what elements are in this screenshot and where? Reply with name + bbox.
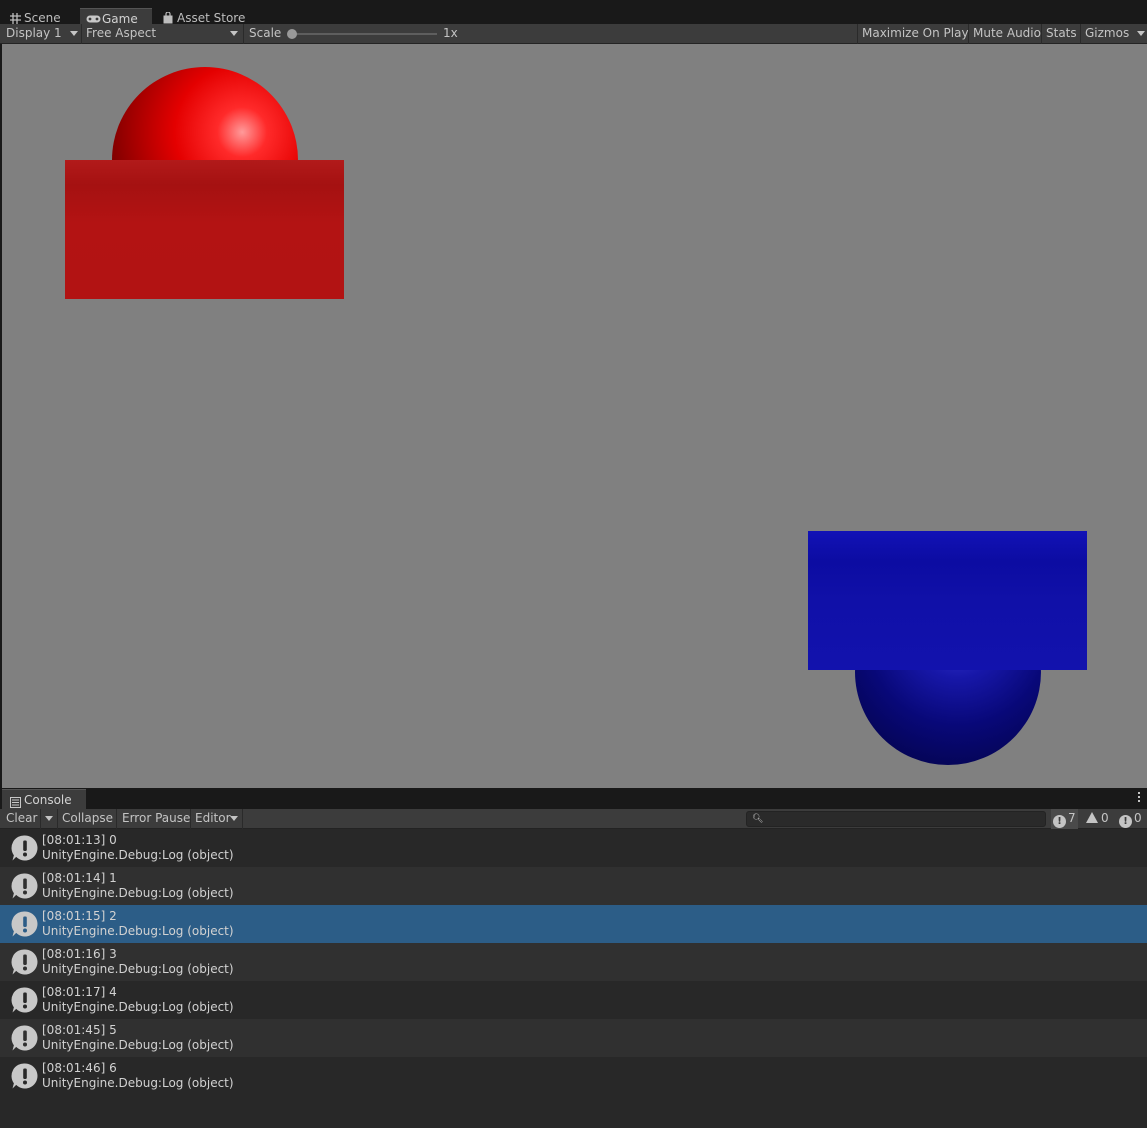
log-message: [08:01:45] 5	[42, 1023, 117, 1037]
collapse-toggle[interactable]: Collapse	[62, 809, 113, 829]
log-source: UnityEngine.Debug:Log (object)	[42, 1076, 234, 1090]
warning-icon	[1086, 812, 1098, 823]
info-message-icon	[11, 835, 38, 861]
scale-slider-track[interactable]	[291, 33, 437, 35]
warning-count-toggle[interactable]: 0	[1086, 809, 1109, 829]
editor-dropdown[interactable]: Editor	[195, 809, 231, 829]
chevron-down-icon	[70, 31, 78, 36]
log-source: UnityEngine.Debug:Log (object)	[42, 848, 234, 862]
tab-label: Asset Store	[177, 11, 246, 25]
aspect-dropdown[interactable]: Free Aspect	[86, 24, 156, 44]
info-message-icon	[11, 1063, 38, 1089]
scale-slider-thumb[interactable]	[287, 29, 297, 39]
tab-label: Console	[24, 793, 72, 807]
console-icon	[10, 794, 21, 808]
error-pause-toggle[interactable]: Error Pause	[122, 809, 190, 829]
gizmos-toggle[interactable]: Gizmos	[1080, 24, 1133, 44]
error-count-toggle[interactable]: ! 0	[1119, 809, 1142, 829]
log-message: [08:01:16] 3	[42, 947, 117, 961]
log-entry[interactable]: [08:01:14] 1 UnityEngine.Debug:Log (obje…	[0, 867, 1147, 905]
log-source: UnityEngine.Debug:Log (object)	[42, 1000, 234, 1014]
info-icon: !	[1053, 815, 1066, 828]
display-dropdown[interactable]: Display 1	[6, 24, 62, 44]
more-options-icon[interactable]	[1138, 792, 1141, 804]
console-log-list: [08:01:13] 0 UnityEngine.Debug:Log (obje…	[0, 829, 1147, 1128]
log-message: [08:01:15] 2	[42, 909, 117, 923]
console-tab-bar: Console	[0, 788, 1147, 809]
info-message-icon	[11, 987, 38, 1013]
info-message-icon	[11, 873, 38, 899]
chevron-down-icon[interactable]	[1137, 31, 1145, 36]
chevron-down-icon	[230, 816, 238, 821]
log-count-toggle[interactable]: ! 7	[1051, 809, 1078, 829]
log-entry[interactable]: [08:01:45] 5 UnityEngine.Debug:Log (obje…	[0, 1019, 1147, 1057]
search-icon: 🔍︎	[752, 814, 764, 824]
info-message-icon	[11, 1025, 38, 1051]
log-entry[interactable]: [08:01:16] 3 UnityEngine.Debug:Log (obje…	[0, 943, 1147, 981]
log-entry[interactable]: [08:01:17] 4 UnityEngine.Debug:Log (obje…	[0, 981, 1147, 1019]
log-message: [08:01:14] 1	[42, 871, 117, 885]
grid-icon	[9, 12, 21, 24]
red-cube	[65, 160, 344, 299]
console-search-input[interactable]: 🔍︎	[746, 811, 1046, 827]
log-source: UnityEngine.Debug:Log (object)	[42, 924, 234, 938]
game-view-viewport[interactable]	[2, 44, 1147, 788]
maximize-on-play-toggle[interactable]: Maximize On Play	[857, 24, 973, 44]
game-view-toolbar: Display 1 Free Aspect Scale 1x Maximize …	[0, 24, 1147, 44]
shopping-bag-icon	[162, 12, 174, 24]
info-message-icon	[11, 911, 38, 937]
tab-label: Scene	[24, 11, 61, 25]
info-message-icon	[11, 949, 38, 975]
log-entry[interactable]: [08:01:46] 6 UnityEngine.Debug:Log (obje…	[0, 1057, 1147, 1095]
console-toolbar: Clear Collapse Error Pause Editor 🔍︎ ! 7 …	[0, 809, 1147, 829]
tab-console[interactable]: Console	[2, 789, 86, 809]
log-entry[interactable]: [08:01:13] 0 UnityEngine.Debug:Log (obje…	[0, 829, 1147, 867]
log-source: UnityEngine.Debug:Log (object)	[42, 886, 234, 900]
error-icon: !	[1119, 815, 1132, 828]
log-entry-selected[interactable]: [08:01:15] 2 UnityEngine.Debug:Log (obje…	[0, 905, 1147, 943]
log-message: [08:01:46] 6	[42, 1061, 117, 1075]
blue-cube	[808, 531, 1087, 670]
log-message: [08:01:13] 0	[42, 833, 117, 847]
scale-value: 1x	[443, 26, 458, 40]
chevron-down-icon[interactable]	[45, 816, 53, 821]
log-source: UnityEngine.Debug:Log (object)	[42, 962, 234, 976]
editor-tab-bar: Scene Game Asset Store	[0, 0, 1147, 28]
log-source: UnityEngine.Debug:Log (object)	[42, 1038, 234, 1052]
mute-audio-toggle[interactable]: Mute Audio	[968, 24, 1045, 44]
chevron-down-icon	[230, 31, 238, 36]
stats-toggle[interactable]: Stats	[1041, 24, 1081, 44]
clear-button[interactable]: Clear	[6, 809, 37, 829]
scale-label: Scale	[249, 26, 282, 40]
log-message: [08:01:17] 4	[42, 985, 117, 999]
